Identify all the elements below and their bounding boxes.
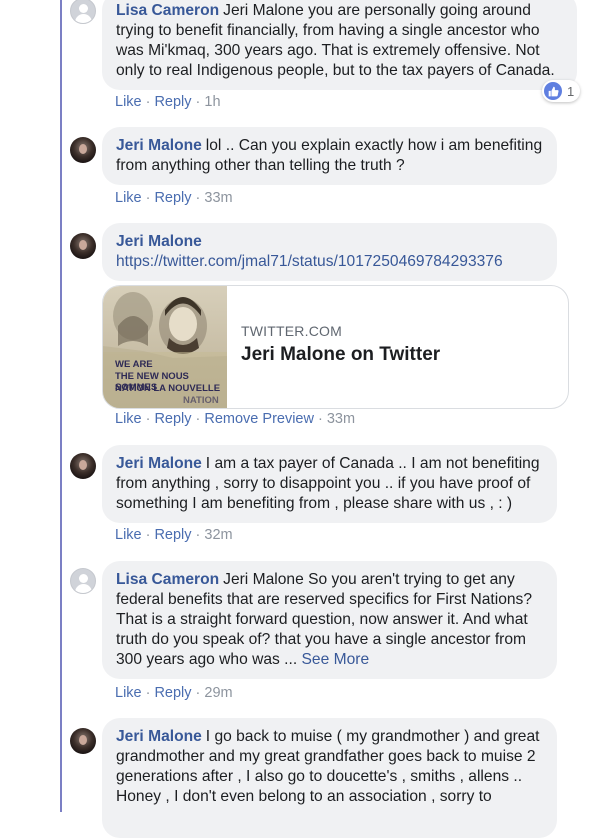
comment-author[interactable]: Jeri Malone xyxy=(116,455,202,472)
link-preview-card[interactable]: WE ARE THE NEW NOUS SOMMES NATION LA NOU… xyxy=(102,285,569,409)
comment-author[interactable]: Jeri Malone xyxy=(116,233,202,250)
comment-author[interactable]: Lisa Cameron xyxy=(116,571,219,588)
comment-timestamp[interactable]: 1h xyxy=(204,94,220,110)
like-icon xyxy=(544,82,562,100)
poster-text: NATION xyxy=(183,395,219,406)
like-link[interactable]: Like xyxy=(115,685,142,701)
reply-thread-line xyxy=(60,0,62,812)
see-more-link[interactable]: See More xyxy=(302,651,370,668)
comment-bubble: Jeri Malone https://twitter.com/jmal71/s… xyxy=(102,223,557,281)
reply-link[interactable]: Reply xyxy=(154,411,191,427)
remove-preview-link[interactable]: Remove Preview xyxy=(204,411,314,427)
comment-bubble: Lisa Cameron Jeri Malone So you aren't tr… xyxy=(102,561,557,679)
avatar[interactable] xyxy=(70,137,96,163)
like-link[interactable]: Like xyxy=(115,527,142,543)
avatar[interactable] xyxy=(70,728,96,754)
preview-title[interactable]: Jeri Malone on Twitter xyxy=(241,344,440,366)
avatar[interactable] xyxy=(70,0,96,24)
comment-author[interactable]: Jeri Malone xyxy=(116,137,202,154)
link-preview-image: WE ARE THE NEW NOUS SOMMES NATION LA NOU… xyxy=(103,286,227,408)
comment-timestamp[interactable]: 33m xyxy=(204,190,232,206)
comment-link[interactable]: https://twitter.com/jmal71/status/101725… xyxy=(116,253,503,270)
reaction-count: 1 xyxy=(567,83,575,99)
like-link[interactable]: Like xyxy=(115,190,142,206)
like-link[interactable]: Like xyxy=(115,94,142,110)
comment-bubble: Jeri Malone lol .. Can you explain exactl… xyxy=(102,127,557,185)
avatar[interactable] xyxy=(70,233,96,259)
reaction-summary[interactable]: 1 xyxy=(542,80,581,102)
comment-author[interactable]: Jeri Malone xyxy=(116,728,202,745)
like-link[interactable]: Like xyxy=(115,411,142,427)
poster-text: WE ARE xyxy=(115,359,153,370)
comment-bubble: Jeri Malone I go back to muise ( my grand… xyxy=(102,718,557,838)
comment-bubble: Jeri Malone I am a tax payer of Canada ..… xyxy=(102,445,557,523)
comment-timestamp[interactable]: 33m xyxy=(327,411,355,427)
reply-link[interactable]: Reply xyxy=(154,94,191,110)
reply-link[interactable]: Reply xyxy=(154,685,191,701)
avatar[interactable] xyxy=(70,568,96,594)
comment-actions: Like · Reply · Remove Preview · 33m xyxy=(115,411,356,427)
comment-timestamp[interactable]: 32m xyxy=(204,527,232,543)
comment-actions: Like · Reply · 29m xyxy=(115,685,233,701)
comment-bubble: Lisa Cameron Jeri Malone you are personal… xyxy=(102,0,577,90)
comment-author[interactable]: Lisa Cameron xyxy=(116,2,219,19)
preview-domain: TWITTER.COM xyxy=(241,323,342,339)
comment-actions: Like · Reply · 1h xyxy=(115,94,221,110)
poster-text: NATION LA NOUVELLE xyxy=(115,383,221,394)
comment-actions: Like · Reply · 32m xyxy=(115,527,233,543)
comment-actions: Like · Reply · 33m xyxy=(115,190,233,206)
reply-link[interactable]: Reply xyxy=(154,190,191,206)
comment-timestamp[interactable]: 29m xyxy=(204,685,232,701)
reply-link[interactable]: Reply xyxy=(154,527,191,543)
avatar[interactable] xyxy=(70,453,96,479)
